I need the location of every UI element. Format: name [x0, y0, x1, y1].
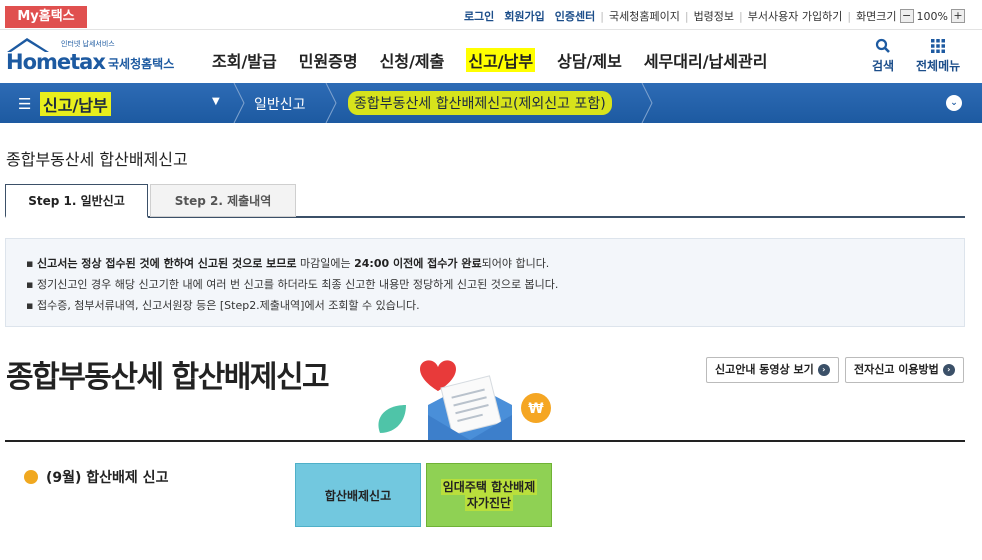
exclusion-report-button[interactable]: 합산배제신고	[295, 463, 421, 527]
exclusion-section-label: (9월) 합산배제 신고	[24, 467, 168, 487]
notice-text: 정기신고인 경우 해당 신고기한 내에 여러 번 신고를 하더라도 최종 신고한…	[36, 278, 559, 291]
notice-bold: 신고서는 정상 접수된 것에 한하여 신고된 것으로 보므로	[36, 257, 297, 270]
exclusion-section-text: (9월) 합산배제 신고	[46, 470, 169, 486]
chevron-right-icon	[325, 83, 337, 123]
grid-icon	[931, 39, 946, 53]
nav-item-report-pay[interactable]: 신고/납부	[466, 48, 536, 72]
arrow-right-icon: ›	[942, 364, 955, 376]
section-heading: 종합부동산세 합산배제신고	[6, 360, 330, 395]
all-menu-label: 전체메뉴	[916, 59, 961, 73]
zoom-in-button[interactable]: +	[951, 9, 965, 23]
nav-item-inquiry[interactable]: 조회/발급	[212, 48, 277, 72]
rental-housing-selfcheck-button[interactable]: 임대주택 합산배제 자가진단	[426, 463, 552, 527]
guide-video-button[interactable]: 신고안내 동영상 보기 ›	[706, 357, 839, 383]
notice-text: 되어야 합니다.	[481, 257, 550, 270]
guide-video-label: 신고안내 동영상 보기	[715, 363, 814, 376]
cert-center-link[interactable]: 인증센터	[555, 8, 595, 24]
notice-line: ▪ 정기신고인 경우 해당 신고기한 내에 여러 번 신고를 하더라도 최종 신…	[26, 278, 559, 291]
law-info-link[interactable]: 법령정보	[694, 8, 734, 24]
notice-line: ▪ 신고서는 정상 접수된 것에 한하여 신고된 것으로 보므로 마감일에는 2…	[26, 257, 550, 270]
house-roof-icon: 인터넷 납세서비스 Hometax 국세청홈택스	[6, 38, 174, 74]
breadcrumb-level3[interactable]: 종합부동산세 합산배제신고(제외신고 포함)	[348, 91, 612, 115]
notice-text: 접수증, 첨부서류내역, 신고서원장 등은 [Step2.제출내역]에서 조회할…	[36, 299, 420, 312]
breadcrumb-section[interactable]: 신고/납부	[40, 92, 111, 116]
howto-label: 전자신고 이용방법	[854, 363, 939, 376]
chevron-right-icon	[233, 83, 245, 123]
zoom-out-button[interactable]: −	[899, 9, 914, 23]
selfcheck-line1: 임대주택 합산배제	[440, 479, 538, 495]
svg-text:₩: ₩	[528, 401, 544, 417]
selfcheck-line2: 자가진단	[464, 495, 514, 511]
breadcrumb-level2[interactable]: 일반신고	[254, 94, 306, 114]
notice-bold: 24:00 이전에 접수가 완료	[354, 257, 482, 270]
screen-size-label: 화면크기	[856, 10, 897, 23]
envelope-illustration-icon: ₩	[378, 360, 551, 440]
notice-line: ▪ 접수증, 첨부서류내역, 신고서원장 등은 [Step2.제출내역]에서 조…	[26, 299, 420, 312]
nav-item-consult[interactable]: 상담/제보	[557, 48, 622, 72]
chevron-down-icon[interactable]: ⌄	[946, 95, 962, 111]
search-label: 검색	[872, 59, 895, 73]
page-title: 종합부동산세 합산배제신고	[6, 150, 188, 169]
logo-wordmark: Hometax	[6, 50, 106, 74]
notice-text: 마감일에는	[296, 257, 355, 270]
logo-tagline: 인터넷 납세서비스	[61, 39, 115, 48]
tab-step1[interactable]: Step 1. 일반신고	[5, 184, 148, 218]
nav-item-tax-agent[interactable]: 세무대리/납세관리	[644, 48, 768, 72]
nav-item-apply[interactable]: 신청/제출	[380, 48, 445, 72]
search-icon	[875, 38, 890, 53]
tab-step2[interactable]: Step 2. 제출내역	[150, 184, 296, 217]
separator: |	[600, 9, 604, 23]
zoom-level: 100%	[916, 9, 948, 23]
all-menu-button[interactable]: 전체메뉴	[916, 38, 960, 74]
notice-box: ▪ 신고서는 정상 접수된 것에 한하여 신고된 것으로 보므로 마감일에는 2…	[5, 238, 965, 327]
step-tabs: Step 1. 일반신고 Step 2. 제출내역	[5, 184, 965, 218]
top-utility-bar: My홈택스 로그인 회원가입 인증센터 | 국세청홈페이지 | 법령정보 | 부…	[0, 0, 982, 30]
nav-item-certificate[interactable]: 민원증명	[299, 48, 358, 72]
arrow-right-icon: ›	[817, 364, 830, 376]
separator: |	[847, 9, 852, 23]
howto-button[interactable]: 전자신고 이용방법 ›	[845, 357, 964, 383]
separator: |	[739, 9, 743, 23]
bullet-circle-icon	[24, 470, 38, 484]
nts-homepage-link[interactable]: 국세청홈페이지	[609, 8, 680, 24]
hamburger-icon[interactable]: ☰	[18, 95, 31, 113]
hometax-logo[interactable]: 인터넷 납세서비스 Hometax 국세청홈택스	[5, 36, 190, 76]
search-button[interactable]: 검색	[872, 38, 894, 74]
myhome-button[interactable]: My홈택스	[5, 6, 87, 28]
join-link[interactable]: 회원가입	[504, 8, 544, 24]
login-link[interactable]: 로그인	[464, 8, 494, 24]
chevron-right-icon	[641, 83, 653, 123]
triangle-down-icon[interactable]: ▼	[212, 96, 220, 107]
dept-user-join-link[interactable]: 부서사용자 가입하기	[748, 8, 843, 24]
utility-links: 로그인 회원가입 인증센터 | 국세청홈페이지 | 법령정보 | 부서사용자 가…	[454, 8, 968, 24]
main-nav: 조회/발급 민원증명 신청/제출 신고/납부 상담/제보 세무대리/납세관리	[212, 48, 789, 72]
breadcrumb: ☰ 신고/납부 ▼ 일반신고 종합부동산세 합산배제신고(제외신고 포함) ⌄	[0, 83, 982, 123]
main-header: 인터넷 납세서비스 Hometax 국세청홈택스 조회/발급 민원증명 신청/제…	[0, 30, 982, 83]
logo-subtitle: 국세청홈택스	[108, 56, 174, 71]
separator: |	[684, 9, 689, 23]
section-divider	[5, 440, 965, 442]
